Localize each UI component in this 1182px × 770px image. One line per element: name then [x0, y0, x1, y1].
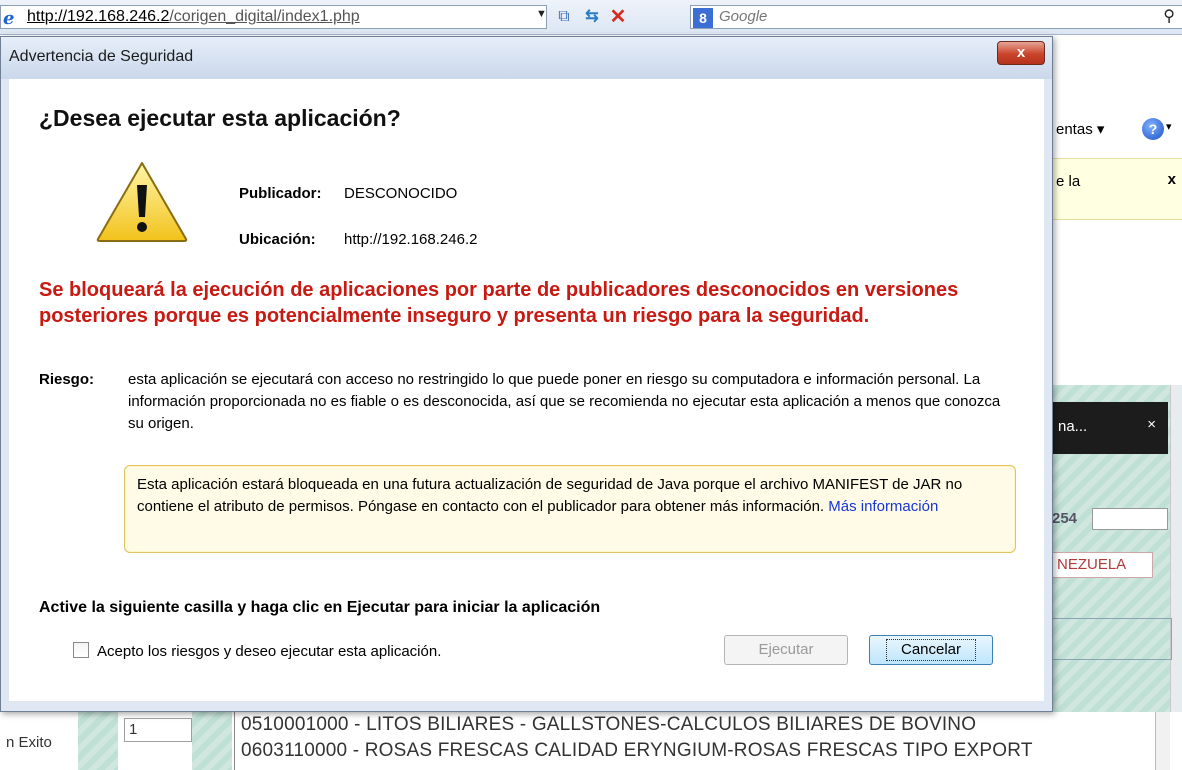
accept-risk-label[interactable]: Acepto los riesgos y deseo ejecutar esta…: [97, 643, 441, 660]
blocking-warning-text: Se bloqueará la ejecución de aplicacione…: [39, 279, 959, 327]
risk-label: Riesgo:: [39, 371, 95, 388]
location-value: http://192.168.246.2: [344, 231, 478, 248]
status-text: n Exito: [6, 734, 52, 751]
list-scrollbar[interactable]: [1155, 712, 1170, 770]
location-row: Ubicación: http://192.168.246.2: [239, 231, 477, 248]
refresh-icon[interactable]: ⇆: [580, 6, 604, 28]
info-bar[interactable]: e la x: [1050, 158, 1182, 220]
dialog-heading: ¿Desea ejecutar esta aplicación?: [39, 105, 401, 131]
page-panel: [1052, 618, 1172, 660]
ie-command-bar: entas ▾ ? ▾: [1050, 110, 1182, 150]
java-notice-text: Esta aplicación estará bloqueada en una …: [137, 474, 997, 518]
dialog-title: Advertencia de Seguridad: [9, 48, 194, 65]
help-icon[interactable]: ?: [1142, 118, 1164, 140]
row-number-input[interactable]: 1: [124, 718, 192, 742]
page-cell: [192, 712, 232, 770]
page-cell: [78, 712, 118, 770]
url-field[interactable]: e http://192.168.246.2/corigen_digital/in…: [0, 5, 547, 29]
info-bar-close-icon[interactable]: x: [1168, 171, 1176, 188]
tools-menu[interactable]: entas ▾: [1056, 120, 1104, 138]
java-notice-box: Esta aplicación estará bloqueada en una …: [124, 465, 1016, 553]
code-input[interactable]: [1092, 508, 1168, 530]
close-icon: x: [1016, 44, 1026, 61]
help-dropdown-icon[interactable]: ▾: [1166, 120, 1172, 133]
publisher-label: Publicador:: [239, 185, 322, 202]
dialog-body: ¿Desea ejecutar esta aplicación? Publica…: [9, 79, 1044, 701]
search-placeholder: Google: [719, 8, 768, 25]
compatibility-view-icon[interactable]: ⧉: [552, 6, 576, 28]
publisher-value: DESCONOCIDO: [344, 185, 458, 202]
notification-text: na...: [1058, 418, 1088, 435]
browser-address-bar: e http://192.168.246.2/corigen_digital/in…: [0, 0, 1182, 35]
risk-text: esta aplicación se ejecutará con acceso …: [128, 371, 1001, 432]
search-icon[interactable]: ⚲: [1163, 6, 1175, 28]
url-dropdown-icon[interactable]: ▼: [536, 8, 550, 20]
product-list[interactable]: 0510001000 - LITOS BILIARES - GALLSTONES…: [234, 712, 1170, 770]
publisher-row: Publicador: DESCONOCIDO: [239, 185, 457, 202]
notification-close-icon[interactable]: ×: [1147, 416, 1156, 433]
list-item[interactable]: 0603110000 - ROSAS FRESCAS CALIDAD ERYNG…: [241, 740, 1033, 762]
google-icon: 8: [693, 8, 713, 28]
country-field[interactable]: NEZUELA: [1050, 552, 1153, 578]
security-warning-dialog: Advertencia de Seguridad x ¿Desea ejecut…: [0, 36, 1053, 712]
search-input[interactable]: 8 Google ⚲: [690, 5, 1182, 29]
dialog-titlebar[interactable]: Advertencia de Seguridad x: [1, 37, 1052, 79]
info-bar-text: e la: [1056, 173, 1081, 190]
cancel-button[interactable]: Cancelar: [869, 635, 993, 665]
more-info-link[interactable]: Más información: [828, 498, 938, 515]
location-label: Ubicación:: [239, 231, 316, 248]
internet-explorer-icon: e: [3, 8, 15, 29]
run-button[interactable]: Ejecutar: [724, 635, 848, 665]
code-field-value: 254: [1052, 510, 1078, 527]
list-item[interactable]: 0510001000 - LITOS BILIARES - GALLSTONES…: [241, 714, 976, 736]
warning-icon: [96, 162, 188, 242]
cancel-button-label: Cancelar: [885, 639, 977, 661]
accept-risk-checkbox[interactable]: [73, 642, 89, 658]
close-button[interactable]: x: [997, 41, 1045, 65]
url-host: http://192.168.246.2: [27, 8, 170, 25]
notification-popup: na... ×: [1050, 402, 1168, 454]
url-path: /corigen_digital/index1.php: [169, 8, 360, 25]
stop-icon[interactable]: ✕: [606, 6, 630, 28]
instruction-text: Active la siguiente casilla y haga clic …: [39, 599, 601, 616]
accept-risk-row[interactable]: Acepto los riesgos y deseo ejecutar esta…: [73, 642, 441, 660]
